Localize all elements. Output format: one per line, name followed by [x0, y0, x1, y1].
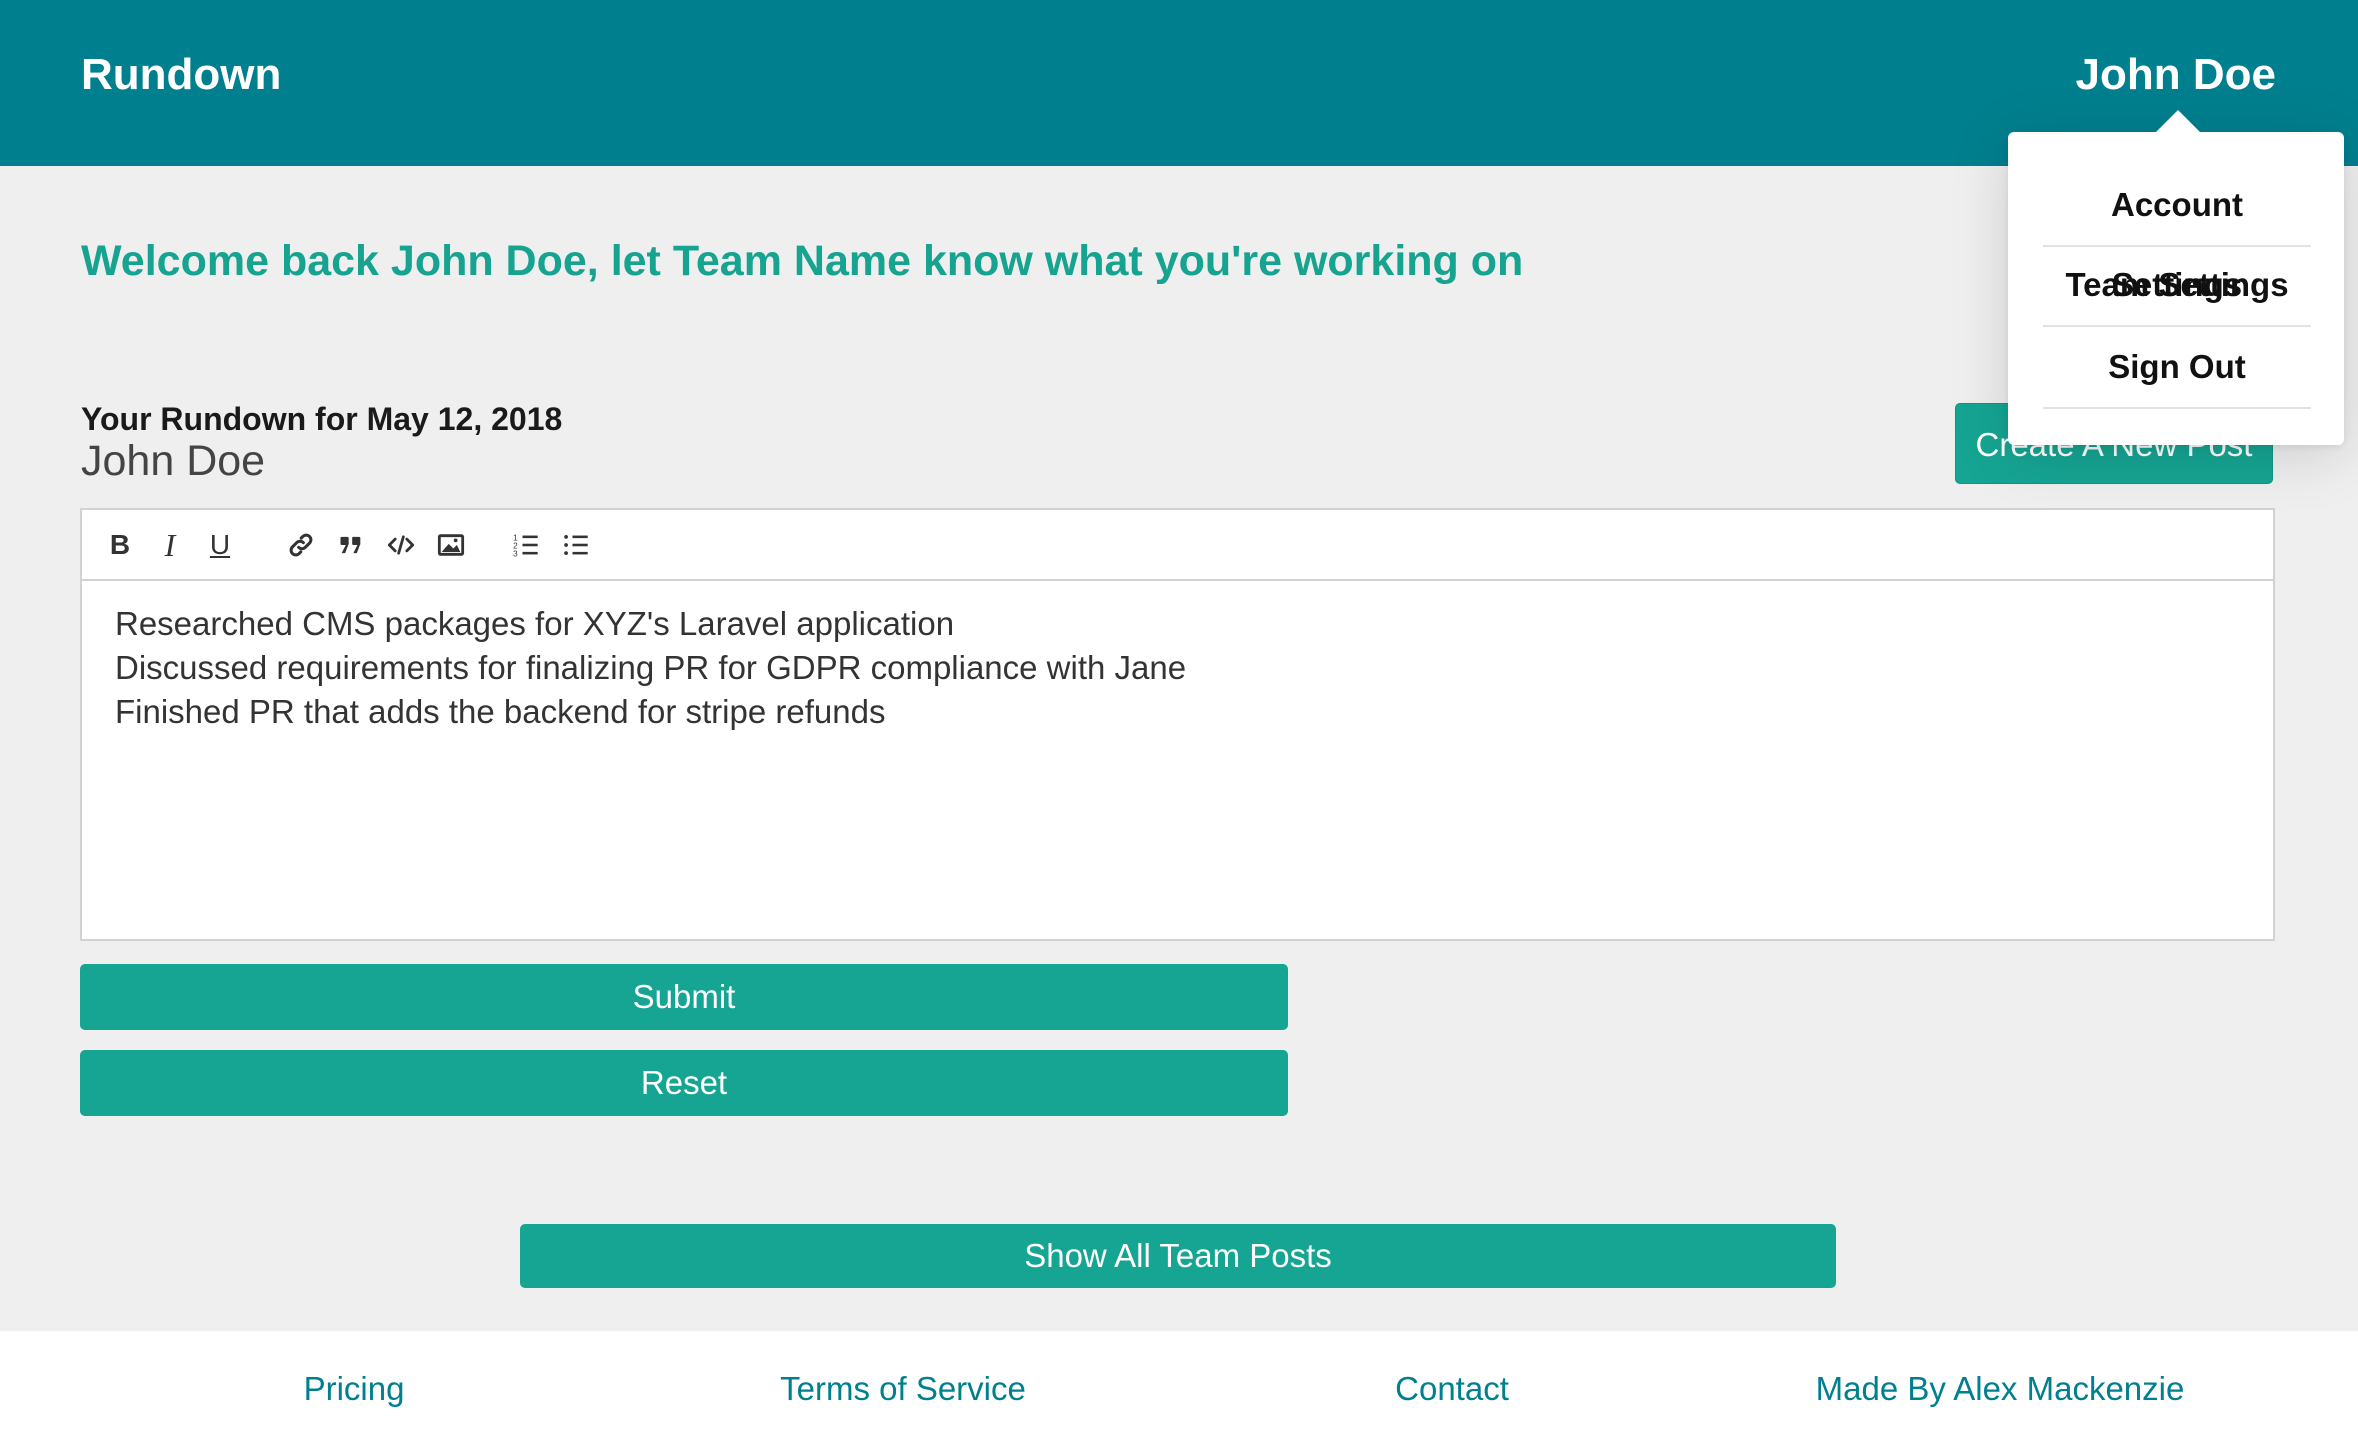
- dropdown-caret: [2154, 110, 2202, 134]
- footer-link-terms[interactable]: Terms of Service: [780, 1369, 1026, 1409]
- footer-link-pricing[interactable]: Pricing: [304, 1369, 405, 1409]
- footer: Pricing Terms of Service Contact Made By…: [0, 1331, 2358, 1450]
- editor-content[interactable]: Researched CMS packages for XYZ's Larave…: [115, 602, 2243, 734]
- welcome-heading: Welcome back John Doe, let Team Name kno…: [81, 237, 1524, 285]
- underline-button[interactable]: U: [203, 528, 237, 562]
- reset-button[interactable]: Reset: [80, 1050, 1288, 1116]
- quote-icon[interactable]: [334, 528, 368, 562]
- editor-toolbar: B I U 1 2 3: [82, 510, 2273, 581]
- account-settings-link[interactable]: Account Settings: [2043, 165, 2311, 303]
- image-icon[interactable]: [434, 528, 468, 562]
- rich-text-editor[interactable]: B I U 1 2 3 Researched CMS packages for …: [80, 508, 2275, 941]
- author-name: John Doe: [81, 437, 266, 485]
- italic-button[interactable]: I: [153, 527, 187, 563]
- editor-line: Finished PR that adds the backend for st…: [115, 693, 886, 730]
- user-dropdown-menu: Account Settings Team Settings Sign Out: [2008, 110, 2344, 445]
- submit-button[interactable]: Submit: [80, 964, 1288, 1030]
- svg-text:3: 3: [513, 550, 518, 559]
- footer-link-author[interactable]: Made By Alex Mackenzie: [1816, 1369, 2185, 1409]
- sign-out-link[interactable]: Sign Out: [2043, 327, 2311, 409]
- team-settings-link[interactable]: Team Settings: [2043, 245, 2311, 327]
- bold-button[interactable]: B: [103, 528, 137, 562]
- bullet-list-icon[interactable]: [559, 528, 593, 562]
- top-nav-bar: Rundown John Doe: [0, 0, 2358, 166]
- code-icon[interactable]: [384, 528, 418, 562]
- rundown-date-label: Your Rundown for May 12, 2018: [81, 401, 563, 437]
- brand-logo[interactable]: Rundown: [81, 50, 281, 100]
- editor-line: Researched CMS packages for XYZ's Larave…: [115, 605, 955, 642]
- footer-link-contact[interactable]: Contact: [1395, 1369, 1509, 1409]
- editor-line: Discussed requirements for finalizing PR…: [115, 649, 1187, 686]
- ordered-list-icon[interactable]: 1 2 3: [509, 528, 543, 562]
- show-all-team-posts-button[interactable]: Show All Team Posts: [520, 1224, 1836, 1288]
- link-icon[interactable]: [284, 528, 318, 562]
- user-menu-toggle[interactable]: John Doe: [2076, 50, 2276, 100]
